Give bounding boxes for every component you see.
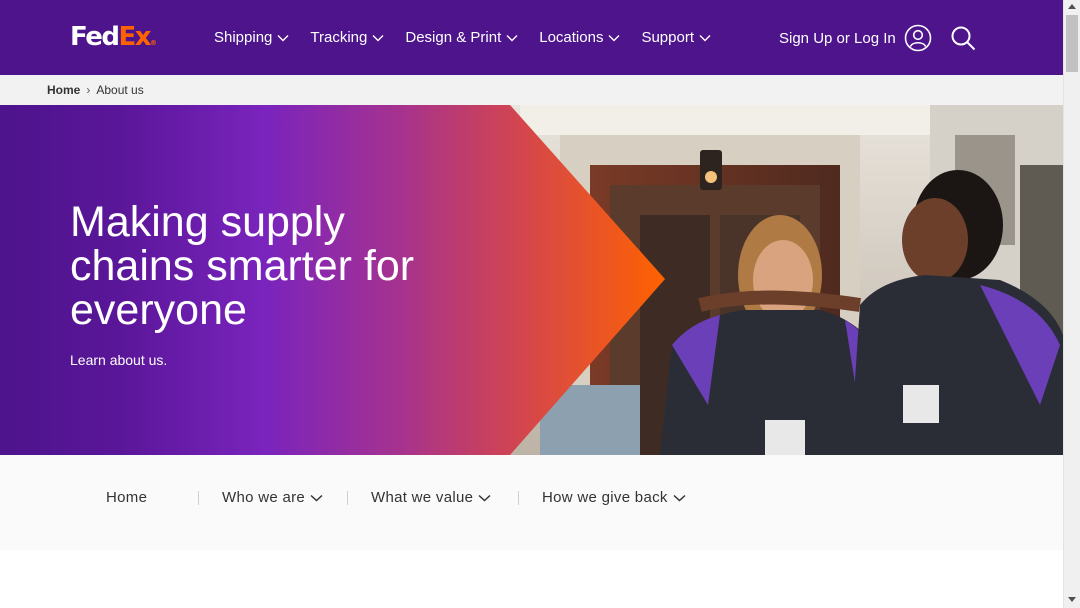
fedex-logo[interactable]: FedEx®: [70, 22, 157, 52]
search-icon[interactable]: [950, 25, 976, 51]
breadcrumb: Home › About us: [0, 75, 1063, 105]
subnav-what-we-value-label: What we value: [371, 489, 474, 506]
breadcrumb-separator: ›: [86, 83, 91, 97]
chevron-down-icon: [310, 494, 323, 502]
chevron-down-icon: [506, 34, 518, 41]
subnav-home-label: Home: [106, 489, 148, 506]
nav-support-label: Support: [641, 29, 694, 46]
subnav-divider: [518, 491, 519, 505]
subnav-home[interactable]: Home: [106, 489, 147, 506]
subnav-how-we-give-back[interactable]: How we give back: [542, 489, 686, 506]
subnav-who-we-are-label: Who we are: [222, 489, 306, 506]
chevron-down-icon: [699, 34, 711, 41]
nav-design-print-label: Design & Print: [405, 29, 502, 46]
subnav-divider: [198, 491, 199, 505]
nav-support[interactable]: Support: [641, 29, 711, 46]
page: FedEx® Shipping Tracking Design & Print …: [0, 0, 1080, 608]
subnav-what-we-value[interactable]: What we value: [371, 489, 491, 506]
chevron-down-icon: [673, 494, 686, 502]
subnav-who-we-are[interactable]: Who we are: [222, 489, 323, 506]
logo-fed-text: Fed: [70, 22, 120, 52]
nav-locations[interactable]: Locations: [539, 29, 620, 46]
sign-in-link[interactable]: Sign Up or Log In: [779, 24, 932, 52]
nav-shipping-label: Shipping: [214, 29, 273, 46]
sign-in-label: Sign Up or Log In: [779, 29, 896, 47]
subnav-divider: [347, 491, 348, 505]
main-nav: Shipping Tracking Design & Print Locatio…: [214, 29, 732, 46]
breadcrumb-home-link[interactable]: Home: [47, 83, 80, 97]
about-subnav: Home Who we are What we value How we giv…: [0, 455, 1063, 550]
breadcrumb-current: About us: [96, 83, 144, 97]
chevron-down-icon: [277, 34, 289, 41]
nav-tracking[interactable]: Tracking: [310, 29, 384, 46]
vertical-scrollbar[interactable]: [1063, 0, 1080, 608]
scroll-up-arrow-icon[interactable]: [1068, 4, 1076, 9]
nav-tracking-label: Tracking: [310, 29, 368, 46]
scrollbar-thumb[interactable]: [1066, 15, 1078, 72]
chevron-down-icon: [608, 34, 620, 41]
nav-design-print[interactable]: Design & Print: [405, 29, 518, 46]
nav-shipping[interactable]: Shipping: [214, 29, 289, 46]
learn-about-us-link[interactable]: Learn about us.: [70, 352, 167, 368]
chevron-down-icon: [372, 34, 384, 41]
nav-locations-label: Locations: [539, 29, 604, 46]
logo-ex-text: Ex: [118, 22, 151, 52]
user-circle-icon: [904, 24, 932, 52]
subnav-how-we-give-back-label: How we give back: [542, 489, 668, 506]
hero-banner: Making supply chains smarter for everyon…: [0, 105, 1063, 455]
chevron-down-icon: [478, 494, 491, 502]
scroll-down-arrow-icon[interactable]: [1068, 597, 1076, 602]
hero-title: Making supply chains smarter for everyon…: [70, 198, 415, 334]
logo-registered-mark: ®: [149, 39, 157, 47]
site-header: FedEx® Shipping Tracking Design & Print …: [0, 0, 1063, 75]
